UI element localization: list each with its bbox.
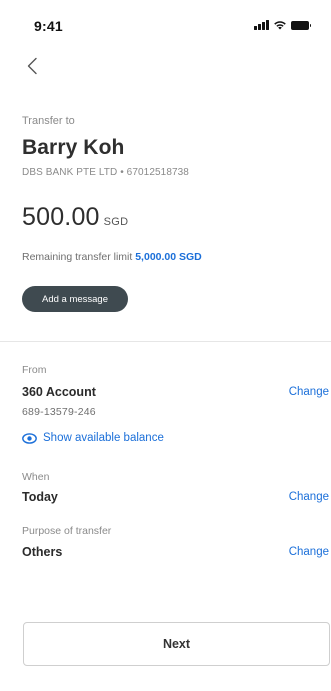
- status-bar: 9:41: [0, 0, 331, 46]
- signal-icon: [254, 20, 269, 30]
- amount-currency: SGD: [103, 216, 129, 228]
- from-account-number: 689-13579-246: [22, 406, 96, 418]
- transfer-review-screen: 9:41 Transfer to Barry Koh DBS BANK PTE …: [0, 0, 331, 691]
- when-label: When: [22, 471, 50, 483]
- from-account-name: 360 Account: [22, 385, 96, 399]
- back-button[interactable]: [18, 52, 46, 80]
- status-time: 9:41: [34, 18, 63, 34]
- add-message-button[interactable]: Add a message: [22, 286, 128, 312]
- when-value: Today: [22, 490, 58, 504]
- show-balance-toggle[interactable]: Show available balance: [22, 432, 164, 444]
- recipient-name: Barry Koh: [22, 136, 125, 159]
- change-purpose-link[interactable]: Change: [289, 546, 329, 558]
- eye-icon: [22, 432, 37, 444]
- show-balance-label: Show available balance: [43, 432, 164, 444]
- transfer-to-label: Transfer to: [22, 115, 75, 127]
- amount-row[interactable]: 500.00 SGD: [22, 203, 128, 232]
- battery-icon: [291, 20, 311, 30]
- transfer-limit-label: Remaining transfer limit: [22, 251, 133, 263]
- from-label: From: [22, 364, 47, 376]
- wifi-icon: [274, 21, 286, 30]
- transfer-limit: Remaining transfer limit 5,000.00 SGD: [22, 251, 202, 263]
- change-from-account-link[interactable]: Change: [289, 386, 329, 398]
- transfer-limit-value: 5,000.00 SGD: [135, 251, 202, 263]
- change-when-link[interactable]: Change: [289, 491, 329, 503]
- section-divider: [0, 341, 331, 342]
- chevron-left-icon: [27, 57, 37, 75]
- amount-value: 500.00: [22, 203, 100, 231]
- recipient-bank-info: DBS BANK PTE LTD • 67012518738: [22, 167, 189, 178]
- status-icons: [254, 20, 311, 30]
- purpose-label: Purpose of transfer: [22, 525, 112, 537]
- next-button[interactable]: Next: [23, 622, 330, 666]
- purpose-value: Others: [22, 545, 63, 559]
